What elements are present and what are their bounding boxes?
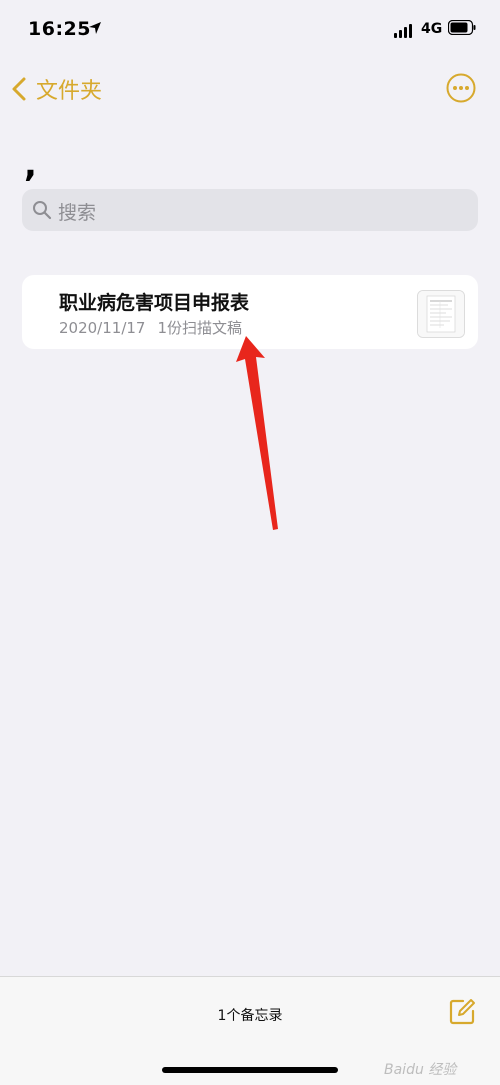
watermark: Baidu 经验 bbox=[384, 1062, 457, 1078]
battery-icon bbox=[448, 20, 476, 35]
chevron-left-icon bbox=[12, 77, 26, 101]
bottom-toolbar: 1个备忘录 Baidu 经验 bbox=[0, 976, 500, 1085]
note-count: 1个备忘录 bbox=[217, 1008, 283, 1024]
red-annotation-arrow bbox=[236, 336, 278, 530]
search-input[interactable]: 搜索 bbox=[22, 189, 478, 231]
status-time: 16:25 bbox=[28, 18, 91, 40]
back-label: 文件夹 bbox=[36, 79, 103, 104]
search-placeholder: 搜索 bbox=[58, 202, 97, 224]
ellipsis-circle-icon[interactable] bbox=[446, 73, 476, 103]
note-list-item[interactable]: 职业病危害项目申报表 2020/11/17 1份扫描文稿 bbox=[22, 275, 478, 349]
home-indicator bbox=[162, 1067, 338, 1073]
compose-icon[interactable] bbox=[447, 997, 477, 1027]
network-type: 4G bbox=[421, 21, 443, 37]
search-icon bbox=[33, 201, 52, 220]
signal-strength-icon bbox=[394, 24, 412, 38]
scanned-document-thumbnail bbox=[417, 290, 465, 338]
note-meta: 2020/11/17 1份扫描文稿 bbox=[59, 317, 242, 338]
back-button[interactable]: 文件夹 bbox=[10, 74, 102, 104]
location-arrow-icon bbox=[89, 22, 101, 34]
note-title: 职业病危害项目申报表 bbox=[59, 292, 250, 314]
folder-title: , bbox=[24, 145, 37, 185]
note-date: 2020/11/17 bbox=[59, 319, 146, 337]
status-bar: 16:25 4G bbox=[0, 0, 500, 60]
note-attachment: 1份扫描文稿 bbox=[157, 319, 243, 337]
